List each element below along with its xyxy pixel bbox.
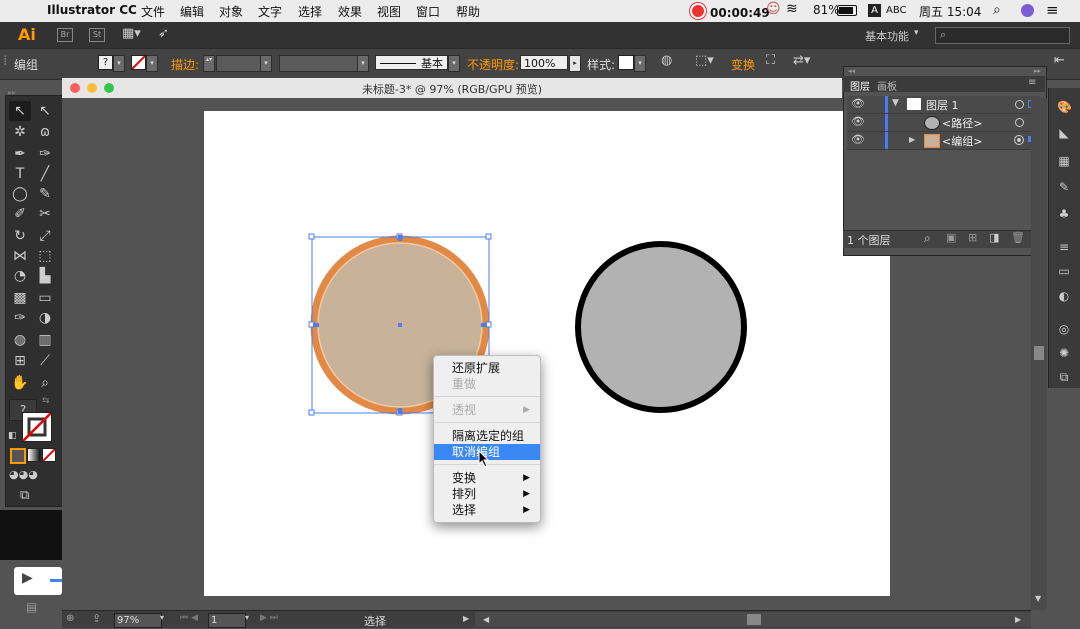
layer-thumbnail bbox=[907, 98, 921, 110]
layer-color-bar bbox=[885, 96, 888, 113]
context-menu: 还原扩展 重做 透视 ▶ 隔离选定的组 取消编组 变换 ▶ 排列 ▶ 选择 ▶ bbox=[433, 355, 541, 523]
anchor-left bbox=[313, 323, 319, 327]
group-thumbnail bbox=[924, 134, 940, 148]
make-clipping-mask-icon[interactable]: ▣ bbox=[946, 231, 956, 244]
layers-footer: 1 个图层 ⌕ ▣ ⊞ ◨ 🗑 bbox=[843, 230, 1045, 248]
first-artboard-icon[interactable]: ⏮ ◀ bbox=[180, 613, 198, 623]
horizontal-scrollbar[interactable]: ◀ ▶ bbox=[475, 612, 1031, 627]
submenu-arrow-icon: ▶ bbox=[523, 489, 530, 499]
new-sublayer-icon[interactable]: ⊞ bbox=[968, 231, 977, 244]
swatches-panel-icon[interactable]: ▦ bbox=[1057, 154, 1071, 168]
visibility-eye-icon[interactable]: 👁 bbox=[851, 115, 865, 128]
export-panel-icon[interactable]: ⧉ bbox=[1057, 370, 1071, 384]
vertical-scrollbar[interactable]: ▼ bbox=[1031, 98, 1047, 610]
path-thumbnail bbox=[924, 116, 940, 130]
target-icon[interactable] bbox=[1015, 100, 1024, 109]
artboard-dropdown-icon[interactable]: ▾ bbox=[245, 613, 249, 622]
locate-object-icon[interactable]: ⌕ bbox=[924, 231, 931, 246]
layer-count: 1 个图层 bbox=[847, 234, 891, 247]
tab-layers[interactable]: 图层 bbox=[850, 78, 870, 93]
layer-color-bar bbox=[885, 114, 888, 131]
tab-artboards[interactable]: 画板 bbox=[877, 78, 897, 93]
panel-collapse-icon[interactable]: ◂◂ bbox=[848, 67, 855, 75]
new-layer-icon[interactable]: ◨ bbox=[989, 231, 999, 244]
mouse-cursor-icon bbox=[478, 450, 490, 468]
menu-separator bbox=[434, 422, 540, 423]
layer-row[interactable]: 👁 <路径> bbox=[847, 114, 1040, 132]
color-panel-icon[interactable]: 🎨 bbox=[1057, 100, 1072, 114]
menu-item-transform[interactable]: 变换 ▶ bbox=[434, 470, 540, 486]
stroke-panel-icon[interactable]: ≡ bbox=[1057, 240, 1071, 254]
zoom-dropdown-icon[interactable]: ▾ bbox=[160, 613, 164, 622]
status-menu-arrow-icon[interactable]: ▶ bbox=[463, 614, 469, 623]
layer-name[interactable]: <路径> bbox=[942, 115, 982, 131]
menu-item-select[interactable]: 选择 ▶ bbox=[434, 502, 540, 518]
menu-item-redo: 重做 bbox=[452, 377, 477, 391]
next-artboard-icon[interactable]: ▶ ⏭ bbox=[260, 613, 278, 623]
brushes-panel-icon[interactable]: ✎ bbox=[1057, 180, 1071, 194]
menu-item-undo-expand[interactable]: 还原扩展 bbox=[434, 360, 540, 376]
panel-close-icon[interactable]: ▸▸ bbox=[1034, 67, 1041, 75]
delete-layer-icon[interactable]: 🗑 bbox=[1011, 231, 1025, 244]
horizontal-scroll-thumb[interactable] bbox=[747, 614, 761, 625]
share-icon[interactable]: ⇪ bbox=[92, 612, 101, 625]
color-guide-icon[interactable]: ◣ bbox=[1057, 126, 1071, 140]
layer-row[interactable]: 👁 ▶ <编组> bbox=[847, 132, 1040, 150]
gray-circle[interactable] bbox=[575, 241, 747, 413]
submenu-arrow-icon: ▶ bbox=[523, 405, 530, 415]
anchor-right bbox=[481, 323, 487, 327]
layer-color-bar bbox=[885, 132, 888, 149]
menu-separator bbox=[434, 396, 540, 397]
scroll-down-icon[interactable]: ▼ bbox=[1035, 594, 1041, 603]
artboard-number-field[interactable]: 1 bbox=[208, 613, 246, 628]
appearance-panel-icon[interactable]: ◎ bbox=[1057, 322, 1071, 336]
symbols-panel-icon[interactable]: ♣ bbox=[1057, 207, 1071, 221]
layers-tabbar bbox=[843, 76, 1045, 92]
menu-item-arrange[interactable]: 排列 ▶ bbox=[434, 486, 540, 502]
submenu-arrow-icon: ▶ bbox=[523, 473, 530, 483]
status-bar: ⊕ ⇪ 97% ▾ ⏮ ◀ 1 ▾ ▶ ⏭ 选择 ▶ ◀ ▶ bbox=[62, 610, 1031, 628]
transparency-panel-icon[interactable]: ◐ bbox=[1057, 289, 1071, 303]
layers-panel bbox=[843, 66, 1047, 256]
submenu-arrow-icon: ▶ bbox=[523, 505, 530, 515]
panel-menu-icon[interactable]: ≡ bbox=[1028, 77, 1036, 88]
menu-item-perspective: 透视 ▶ bbox=[452, 403, 530, 417]
zoom-field[interactable]: 97% bbox=[114, 613, 162, 628]
target-icon[interactable] bbox=[1015, 118, 1024, 127]
hand-status-icon[interactable]: ⊕ bbox=[66, 613, 74, 624]
expand-triangle-icon[interactable]: ▼ bbox=[892, 98, 899, 108]
gradient-panel-icon[interactable]: ▭ bbox=[1057, 264, 1071, 278]
target-icon[interactable] bbox=[1014, 135, 1024, 145]
handle-top-right[interactable] bbox=[485, 233, 492, 240]
anchor-top bbox=[398, 235, 402, 241]
vertical-scroll-thumb[interactable] bbox=[1034, 346, 1044, 360]
graphic-styles-icon[interactable]: ✺ bbox=[1057, 346, 1071, 360]
layer-name[interactable]: 图层 1 bbox=[926, 97, 959, 113]
anchor-bottom bbox=[398, 408, 402, 414]
handle-top-left[interactable] bbox=[308, 233, 315, 240]
visibility-eye-icon[interactable]: 👁 bbox=[851, 97, 865, 110]
layer-row[interactable]: 👁 ▼ 图层 1 bbox=[847, 96, 1040, 114]
expand-triangle-icon[interactable]: ▶ bbox=[909, 135, 915, 144]
visibility-eye-icon[interactable]: 👁 bbox=[851, 133, 865, 146]
center-point bbox=[398, 323, 402, 327]
scroll-right-icon[interactable]: ▶ bbox=[1015, 615, 1021, 624]
scroll-left-icon[interactable]: ◀ bbox=[483, 615, 489, 624]
layer-name[interactable]: <编组> bbox=[942, 133, 982, 149]
handle-bottom-left[interactable] bbox=[308, 409, 315, 416]
menu-item-isolate-group[interactable]: 隔离选定的组 bbox=[434, 428, 540, 444]
